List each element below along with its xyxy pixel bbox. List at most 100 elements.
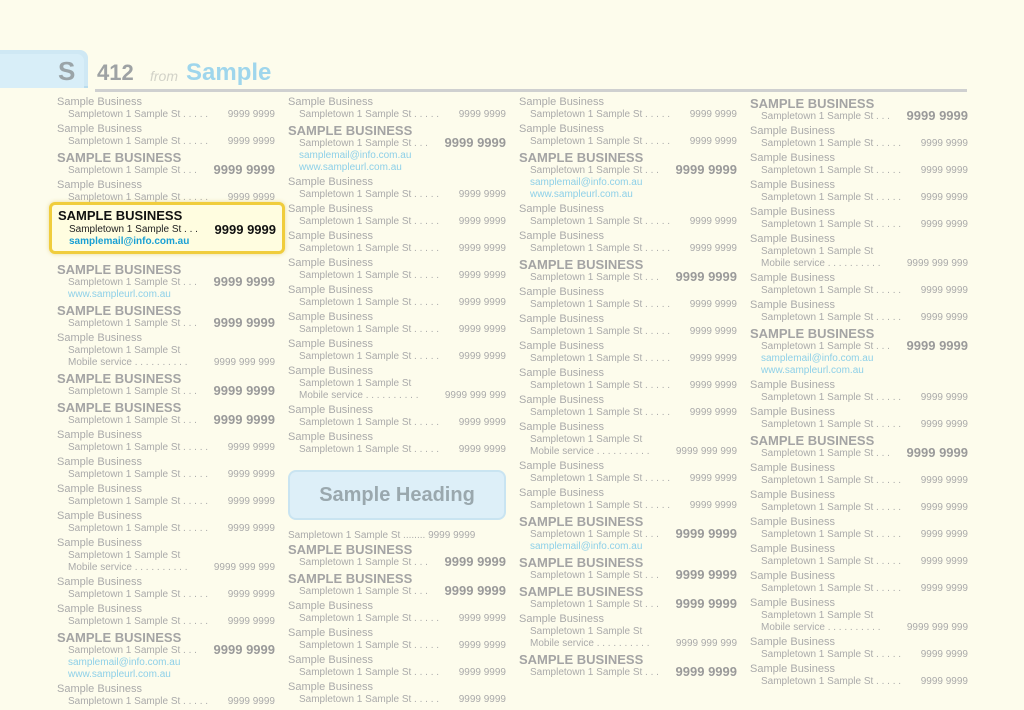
listing-entry[interactable]: Sample Business Sampletown 1 Sample St . … xyxy=(750,489,968,514)
listing-entry[interactable]: Sample Business Sampletown 1 Sample St . … xyxy=(519,286,737,311)
listing-entry[interactable]: Sample Business Sampletown 1 Sample St . … xyxy=(750,379,968,404)
phone-number: 9999 9999 xyxy=(227,109,275,120)
listing-entry[interactable]: Sample Business Sampletown 1 Sample St . … xyxy=(288,600,506,625)
listing-entry[interactable]: Sample Business Sampletown 1 Sample St . … xyxy=(519,487,737,512)
listing-entry[interactable]: SAMPLE BUSINESS Sampletown 1 Sample St . … xyxy=(57,371,275,398)
business-name: Sample Business xyxy=(288,230,373,242)
listing-entry[interactable]: SAMPLE BUSINESS Sampletown 1 Sample St . … xyxy=(519,584,737,611)
listing-entry[interactable]: Sample Business Sampletown 1 Sample St . … xyxy=(519,203,737,228)
listing-entry[interactable]: Sample Business Sampletown 1 Sample St . … xyxy=(288,284,506,309)
listing-entry[interactable]: SAMPLE BUSINESS Sampletown 1 Sample St . … xyxy=(519,555,737,582)
listing-entry[interactable]: Sample Business Sampletown 1 Sample St . … xyxy=(57,510,275,535)
listing-entry[interactable]: Sample Business Sampletown 1 Sample St . … xyxy=(750,125,968,150)
email-link[interactable]: samplemail@info.com.au xyxy=(57,657,275,669)
listing-entry[interactable]: Sample Business Sampletown 1 Sample St . … xyxy=(750,543,968,568)
listing-entry[interactable]: Sample Business Sampletown 1 Sample St . … xyxy=(288,404,506,429)
listing-entry[interactable]: Sample Business Sampletown 1 Sample St . … xyxy=(519,313,737,338)
listing-entry[interactable]: SAMPLE BUSINESS Sampletown 1 Sample St . … xyxy=(288,571,506,598)
highlight-email-link[interactable]: samplemail@info.com.au xyxy=(69,236,189,247)
listing-entry[interactable]: Sample Business Sampletown 1 Sample St . … xyxy=(288,431,506,456)
listing-entry[interactable]: SAMPLE BUSINESS Sampletown 1 Sample St . … xyxy=(57,630,275,681)
business-name: Sample Business xyxy=(288,600,373,612)
listing-entry[interactable]: SAMPLE BUSINESS Sampletown 1 Sample St . … xyxy=(750,326,968,377)
listing-entry[interactable]: Sample Business Sampletown 1 Sample St . … xyxy=(750,406,968,431)
listing-entry[interactable]: SAMPLE BUSINESS Sampletown 1 Sample St . … xyxy=(750,433,968,460)
address-line: Sampletown 1 Sample St . . . . . 9999 999… xyxy=(519,299,737,311)
listing-entry[interactable]: Sample Business Sampletown 1 Sample St . … xyxy=(288,338,506,363)
listing-entry[interactable]: Sample Business Sampletown 1 Sample St . … xyxy=(288,230,506,255)
listing-entry[interactable]: Sample Business Sampletown 1 Sample St . … xyxy=(57,179,275,204)
email-link[interactable]: samplemail@info.com.au xyxy=(288,150,506,162)
highlighted-listing[interactable]: SAMPLE BUSINESS Sampletown 1 Sample St .… xyxy=(49,202,285,254)
listing-entry[interactable]: Sample Business Sampletown 1 Sample St . … xyxy=(57,603,275,628)
listing-entry[interactable]: Sample Business Sampletown 1 Sample St Mob… xyxy=(519,613,737,650)
listing-entry[interactable]: Sample Business Sampletown 1 Sample St . … xyxy=(519,367,737,392)
listing-entry[interactable]: Sample Business Sampletown 1 Sample St . … xyxy=(750,179,968,204)
listing-entry[interactable]: Sample Business Sampletown 1 Sample St . … xyxy=(288,654,506,679)
email-link[interactable]: samplemail@info.com.au xyxy=(519,177,737,189)
listing-entry[interactable]: Sample Business Sampletown 1 Sample St . … xyxy=(750,636,968,661)
listing-entry[interactable]: Sample Business Sampletown 1 Sample St . … xyxy=(750,462,968,487)
listing-entry[interactable]: Sample Business Sampletown 1 Sample St . … xyxy=(519,230,737,255)
listing-entry[interactable]: Sample Business Sampletown 1 Sample St . … xyxy=(519,340,737,365)
listing-entry[interactable]: SAMPLE BUSINESS Sampletown 1 Sample St . … xyxy=(288,123,506,174)
phone-number: 9999 9999 xyxy=(213,315,275,330)
listing-entry[interactable]: Sample Business Sampletown 1 Sample St Mob… xyxy=(750,233,968,270)
listing-entry[interactable]: Sample Business Sampletown 1 Sample St . … xyxy=(288,681,506,706)
listing-entry[interactable]: Sample Business Sampletown 1 Sample St . … xyxy=(288,96,506,121)
website-link[interactable]: www.sampleurl.com.au xyxy=(57,289,275,301)
address: Sampletown 1 Sample St . . . . . xyxy=(299,109,440,120)
listing-entry[interactable]: SAMPLE BUSINESS Sampletown 1 Sample St . … xyxy=(519,257,737,284)
listing-entry[interactable]: Sample Business Sampletown 1 Sample St . … xyxy=(288,176,506,201)
listing-entry[interactable]: SAMPLE BUSINESS Sampletown 1 Sample St . … xyxy=(57,150,275,177)
listing-entry[interactable]: Sample Business Sampletown 1 Sample St . … xyxy=(57,96,275,121)
listing-entry[interactable]: Sample Business Sampletown 1 Sample St . … xyxy=(750,152,968,177)
address: Sampletown 1 Sample St . . . . . xyxy=(530,136,671,147)
listing-entry[interactable]: Sample Business Sampletown 1 Sample St . … xyxy=(519,96,737,121)
listing-entry[interactable]: Sample Business Sampletown 1 Sample St . … xyxy=(750,272,968,297)
listing-entry[interactable]: Sample Business Sampletown 1 Sample St . … xyxy=(519,123,737,148)
website-link[interactable]: www.sampleurl.com.au xyxy=(519,189,737,201)
website-link[interactable]: www.sampleurl.com.au xyxy=(750,365,968,377)
listing-entry[interactable]: SAMPLE BUSINESS Sampletown 1 Sample St . … xyxy=(57,400,275,427)
listing-entry[interactable]: Sample Business Sampletown 1 Sample St . … xyxy=(57,683,275,708)
listing-entry[interactable]: Sample Business Sampletown 1 Sample St . … xyxy=(750,663,968,688)
listing-entry[interactable]: Sample Business Sampletown 1 Sample St Mob… xyxy=(57,332,275,369)
listing-entry[interactable]: Sample Business Sampletown 1 Sample St . … xyxy=(57,576,275,601)
address: Sampletown 1 Sample St . . . . . xyxy=(761,502,902,513)
listing-entry[interactable]: Sample Business Sampletown 1 Sample St Mob… xyxy=(57,537,275,574)
listing-entry[interactable]: Sample Business Sampletown 1 Sample St . … xyxy=(57,483,275,508)
listing-entry[interactable]: Sample Business Sampletown 1 Sample St . … xyxy=(750,206,968,231)
listing-entry[interactable]: Sample Business Sampletown 1 Sample St . … xyxy=(288,311,506,336)
address-line: Sampletown 1 Sample St . . . . . 9999 999… xyxy=(288,417,506,429)
listing-entry[interactable]: Sample Business Sampletown 1 Sample St Mob… xyxy=(519,421,737,458)
listing-entry[interactable]: Sample Business Sampletown 1 Sample St . … xyxy=(57,456,275,481)
address-line: Sampletown 1 Sample St . . . 9999 9999 xyxy=(519,597,737,611)
listing-entry[interactable]: Sample Business Sampletown 1 Sample St . … xyxy=(750,570,968,595)
listing-entry[interactable]: Sample Business Sampletown 1 Sample St . … xyxy=(519,460,737,485)
listing-entry[interactable]: SAMPLE BUSINESS Sampletown 1 Sample St . … xyxy=(519,514,737,553)
listing-entry[interactable]: SAMPLE BUSINESS Sampletown 1 Sample St . … xyxy=(750,96,968,123)
website-link[interactable]: www.sampleurl.com.au xyxy=(57,669,275,681)
listing-entry[interactable]: SAMPLE BUSINESS Sampletown 1 Sample St . … xyxy=(57,262,275,301)
address: Sampletown 1 Sample St . . . xyxy=(761,448,890,459)
email-link[interactable]: samplemail@info.com.au xyxy=(519,541,737,553)
listing-entry[interactable]: Sample Business Sampletown 1 Sample St Mob… xyxy=(750,597,968,634)
email-link[interactable]: samplemail@info.com.au xyxy=(750,353,968,365)
listing-entry[interactable]: SAMPLE BUSINESS Sampletown 1 Sample St . … xyxy=(519,150,737,201)
listing-entry[interactable]: Sample Business Sampletown 1 Sample St . … xyxy=(57,429,275,454)
listing-entry[interactable]: Sample Business Sampletown 1 Sample St . … xyxy=(519,394,737,419)
listing-entry[interactable]: SAMPLE BUSINESS Sampletown 1 Sample St . … xyxy=(288,542,506,569)
listing-entry[interactable]: SAMPLE BUSINESS Sampletown 1 Sample St . … xyxy=(519,652,737,679)
address: Sampletown 1 Sample St . . . . . xyxy=(68,696,209,707)
listing-entry[interactable]: Sample Business Sampletown 1 Sample St . … xyxy=(288,627,506,652)
listing-entry[interactable]: Sample Business Sampletown 1 Sample St . … xyxy=(57,123,275,148)
listing-entry[interactable]: Sample Business Sampletown 1 Sample St . … xyxy=(750,516,968,541)
listing-entry[interactable]: SAMPLE BUSINESS Sampletown 1 Sample St . … xyxy=(57,303,275,330)
listing-entry[interactable]: Sample Business Sampletown 1 Sample St Mob… xyxy=(288,365,506,402)
listing-entry[interactable]: Sample Business Sampletown 1 Sample St . … xyxy=(288,257,506,282)
website-link[interactable]: www.sampleurl.com.au xyxy=(288,162,506,174)
address-line: Sampletown 1 Sample St . . . 9999 9999 xyxy=(57,163,275,177)
listing-entry[interactable]: Sample Business Sampletown 1 Sample St . … xyxy=(288,203,506,228)
listing-entry[interactable]: Sample Business Sampletown 1 Sample St . … xyxy=(750,299,968,324)
